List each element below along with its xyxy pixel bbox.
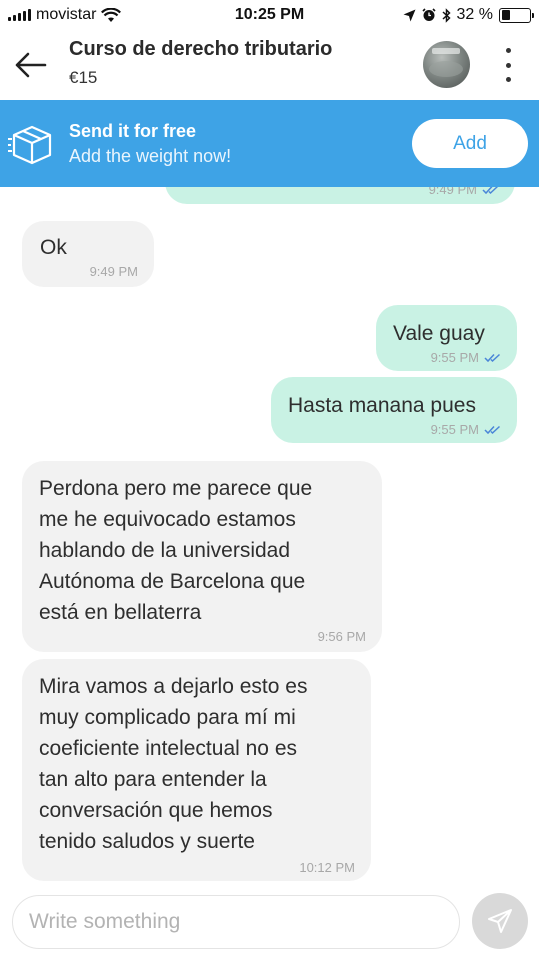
message-time: 10:12 PM <box>299 860 355 875</box>
message-line: tan alto para entender la <box>39 768 267 791</box>
chat-header: Curso de derecho tributario €15 <box>0 30 539 100</box>
message-time: 9:55 PM <box>430 350 479 365</box>
double-check-icon <box>484 425 501 434</box>
listing-price: €15 <box>69 68 98 87</box>
promo-title: Send it for free <box>69 121 197 141</box>
message-text: Ok <box>40 236 67 259</box>
double-check-icon <box>484 353 501 362</box>
message-line: hablando de la universidad <box>39 539 291 562</box>
message-text: Vale guay <box>393 322 485 345</box>
status-right: 32 % <box>403 6 534 24</box>
bluetooth-icon <box>442 7 451 23</box>
message-line: está en bellaterra <box>39 601 202 624</box>
message-line: Perdona pero me parece que <box>39 477 313 500</box>
package-box-icon <box>8 125 52 165</box>
message-line: Mira vamos a dejarlo esto es <box>39 675 308 698</box>
message-input[interactable] <box>12 895 460 949</box>
message-line: conversación que hemos <box>39 799 273 822</box>
message-bubble-incoming: Ok 9:49 PM <box>22 221 154 287</box>
location-arrow-icon <box>403 9 416 21</box>
promo-subtitle: Add the weight now! <box>69 146 232 166</box>
message-text: Perdona pero me parece que me he equivoc… <box>39 473 379 628</box>
message-meta: 9:55 PM <box>431 350 501 365</box>
add-weight-button[interactable]: Add <box>412 119 528 168</box>
message-text: Mira vamos a dejarlo esto es muy complic… <box>39 671 369 857</box>
message-line: Autónoma de Barcelona que <box>39 570 306 593</box>
message-bubble-incoming: Mira vamos a dejarlo esto es muy complic… <box>22 659 371 881</box>
message-meta: 9:49 PM <box>90 264 138 279</box>
message-time: 9:49 PM <box>89 264 138 279</box>
message-line: coeficiente intelectual no es <box>39 737 297 760</box>
status-bar: movistar 10:25 PM 32 % <box>0 0 539 30</box>
message-bubble-outgoing: Hasta manana pues 9:55 PM <box>271 377 517 443</box>
message-line: me he equivocado estamos <box>39 508 296 531</box>
message-list[interactable]: 9:49 PM Ok 9:49 PM Vale guay 9:55 PM Has… <box>0 100 539 888</box>
message-meta: 10:12 PM <box>299 860 355 875</box>
message-time: 9:55 PM <box>430 422 479 437</box>
arrow-left-icon[interactable] <box>14 50 48 80</box>
paper-plane-icon <box>488 909 512 933</box>
message-line: tenido saludos y suerte <box>39 830 255 853</box>
message-meta: 9:56 PM <box>318 629 366 644</box>
shipping-promo-banner: Send it for free Add the weight now! Add <box>0 100 539 187</box>
battery-fill <box>501 10 511 20</box>
listing-title[interactable]: Curso de derecho tributario <box>69 38 332 61</box>
message-bubble-outgoing: Vale guay 9:55 PM <box>376 305 517 371</box>
message-meta: 9:55 PM <box>431 422 501 437</box>
message-line: muy complicado para mí mi <box>39 706 296 729</box>
message-text: Hasta manana pues <box>288 394 476 417</box>
battery-percent: 32 % <box>456 6 493 23</box>
alarm-clock-icon <box>421 8 436 21</box>
battery-icon <box>499 7 534 23</box>
send-button[interactable] <box>472 893 528 949</box>
message-bubble-incoming: Perdona pero me parece que me he equivoc… <box>22 461 382 652</box>
listing-thumbnail[interactable] <box>423 41 470 88</box>
message-composer <box>0 888 539 960</box>
more-vertical-icon[interactable] <box>498 48 518 82</box>
message-time: 9:56 PM <box>317 629 366 644</box>
